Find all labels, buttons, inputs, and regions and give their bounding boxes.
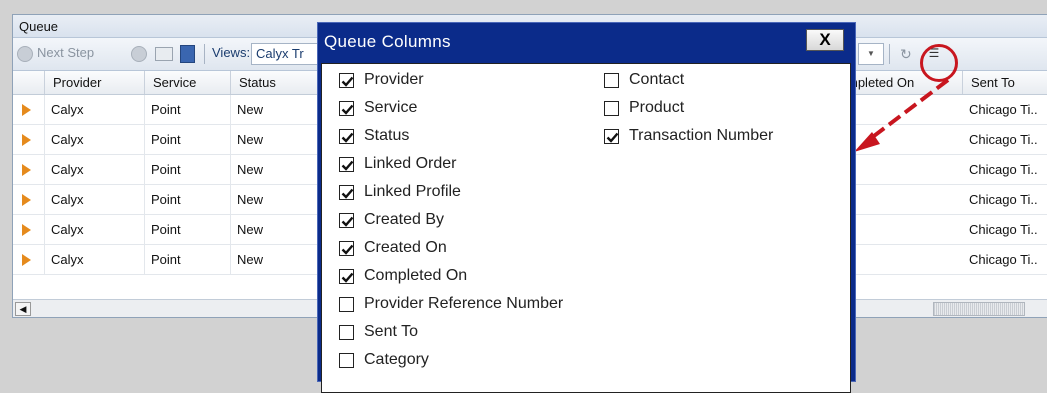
queue-columns-dialog: Queue Columns X Provider Service Status Lin… <box>317 22 856 393</box>
cell-status: New <box>231 245 331 274</box>
checkbox-label: Category <box>364 351 429 368</box>
scrollbar-thumb[interactable] <box>933 302 1025 316</box>
checkbox[interactable] <box>339 101 354 116</box>
checkbox[interactable] <box>339 325 354 340</box>
cell-service: Point <box>145 245 231 274</box>
scroll-left-icon[interactable]: ◀ <box>15 302 31 316</box>
checkbox-label: Linked Profile <box>364 183 461 200</box>
views-select[interactable]: Calyx Tr <box>251 43 327 65</box>
checkbox[interactable] <box>339 353 354 368</box>
cell-sent-to: Chicago Ti.. <box>969 192 1038 207</box>
cell-sent-to: Chicago Ti.. <box>969 252 1038 267</box>
row-arrow-icon <box>22 194 31 206</box>
row-arrow-icon <box>22 104 31 116</box>
row-indicator <box>13 95 45 124</box>
dialog-title: Queue Columns <box>324 32 451 51</box>
row-indicator <box>13 155 45 184</box>
close-button[interactable]: X <box>806 29 844 51</box>
cell-status: New <box>231 125 331 154</box>
row-indicator <box>13 125 45 154</box>
cell-provider: Calyx <box>45 125 145 154</box>
annotation-arrow <box>854 78 950 152</box>
checkbox[interactable] <box>339 73 354 88</box>
cell-provider: Calyx <box>45 245 145 274</box>
checkbox[interactable] <box>604 101 619 116</box>
header-sent-to[interactable]: Sent To <box>963 71 1047 94</box>
stop-icon[interactable] <box>131 46 147 62</box>
row-arrow-icon <box>22 164 31 176</box>
row-arrow-icon <box>22 134 31 146</box>
next-step-icon <box>17 46 33 62</box>
checkbox-label: Contact <box>629 71 685 88</box>
cell-status: New <box>231 95 331 124</box>
checkbox-label: Provider Reference Number <box>364 295 564 312</box>
refresh-icon[interactable]: ↻ <box>900 46 912 63</box>
views-dropdown-button[interactable]: ▼ <box>858 43 884 65</box>
checkbox[interactable] <box>339 157 354 172</box>
views-label: Views: <box>212 45 251 60</box>
checkbox-label: Linked Order <box>364 155 457 172</box>
checkbox-label: Status <box>364 127 410 144</box>
highlight-circle <box>920 44 958 82</box>
header-indicator <box>13 71 45 94</box>
checkbox-label: Completed On <box>364 267 468 284</box>
checkbox[interactable] <box>339 297 354 312</box>
header-status[interactable]: Status <box>231 71 331 94</box>
cell-status: New <box>231 185 331 214</box>
cell-service: Point <box>145 215 231 244</box>
panel-title: Queue <box>19 19 59 34</box>
cell-provider: Calyx <box>45 185 145 214</box>
cell-provider: Calyx <box>45 215 145 244</box>
cell-sent-to: Chicago Ti.. <box>969 102 1038 117</box>
checkbox[interactable] <box>339 241 354 256</box>
checkbox[interactable] <box>604 129 619 144</box>
header-service[interactable]: Service <box>145 71 231 94</box>
header-provider[interactable]: Provider <box>45 71 145 94</box>
checkbox[interactable] <box>339 269 354 284</box>
row-arrow-icon <box>22 224 31 236</box>
row-arrow-icon <box>22 254 31 266</box>
cell-sent-to: Chicago Ti.. <box>969 162 1038 177</box>
cell-service: Point <box>145 95 231 124</box>
checkbox[interactable] <box>339 185 354 200</box>
cell-provider: Calyx <box>45 95 145 124</box>
checkbox-label: Created On <box>364 239 447 256</box>
checkbox-label: Sent To <box>364 323 418 340</box>
dialog-body: Provider Service Status Linked Order Linked … <box>321 63 851 393</box>
cell-status: New <box>231 215 331 244</box>
checkbox[interactable] <box>339 129 354 144</box>
toolbar-separator <box>204 44 205 64</box>
checkbox[interactable] <box>604 73 619 88</box>
cell-sent-to: Chicago Ti.. <box>969 222 1038 237</box>
row-indicator <box>13 185 45 214</box>
mail-icon[interactable] <box>155 47 173 61</box>
cell-service: Point <box>145 125 231 154</box>
checkbox[interactable] <box>339 213 354 228</box>
checkbox-label: Transaction Number <box>629 127 774 144</box>
checkbox-label: Created By <box>364 211 445 228</box>
checkbox-label: Service <box>364 99 418 116</box>
checkbox-label: Provider <box>364 71 424 88</box>
next-step-button[interactable]: Next Step <box>37 45 94 60</box>
cell-status: New <box>231 155 331 184</box>
cell-provider: Calyx <box>45 155 145 184</box>
book-icon[interactable] <box>180 45 195 63</box>
row-indicator <box>13 215 45 244</box>
toolbar-separator-2 <box>889 44 890 64</box>
cell-service: Point <box>145 155 231 184</box>
checkbox-label: Product <box>629 99 685 116</box>
row-indicator <box>13 245 45 274</box>
cell-service: Point <box>145 185 231 214</box>
cell-sent-to: Chicago Ti.. <box>969 132 1038 147</box>
